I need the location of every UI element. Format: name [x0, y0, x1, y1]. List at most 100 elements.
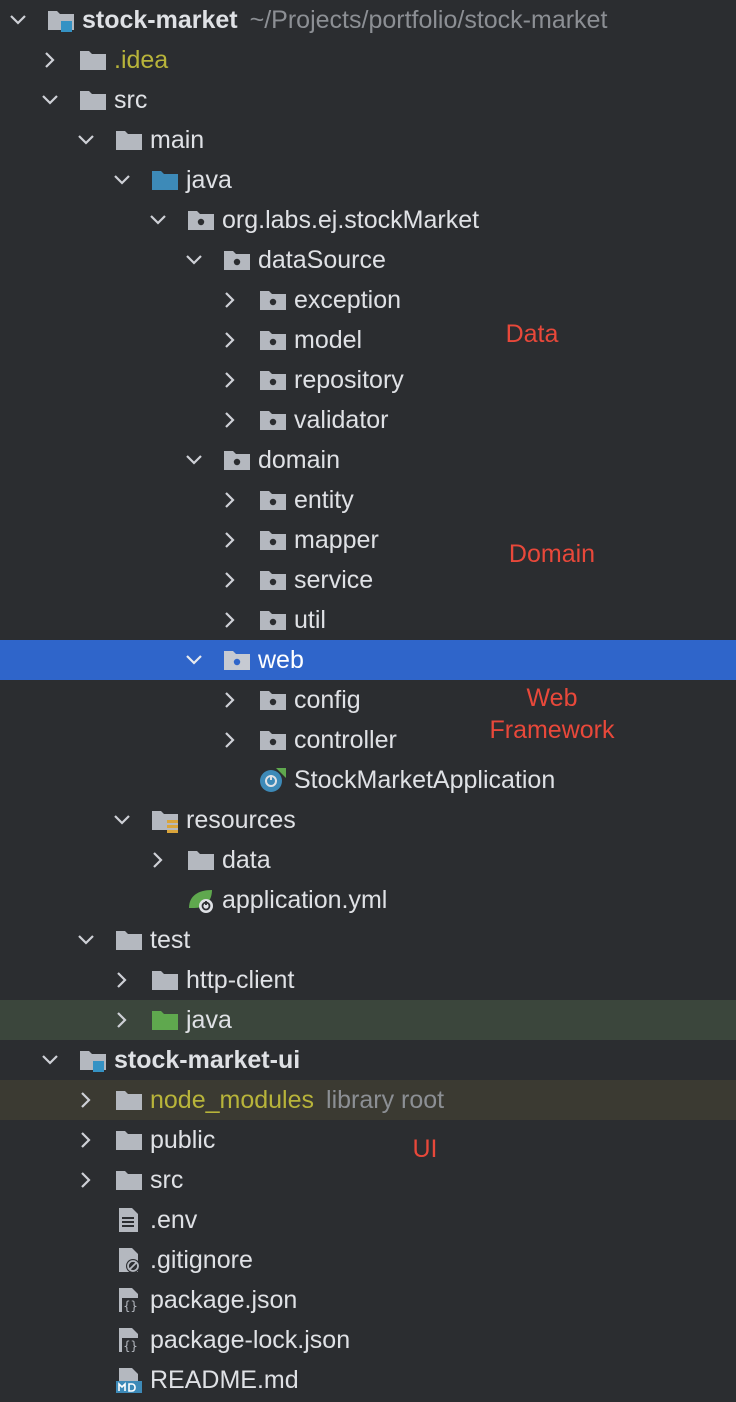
package-icon: [258, 407, 290, 433]
tree-row-label: repository: [294, 365, 404, 394]
chevron-down-icon[interactable]: [76, 929, 96, 951]
tree-row-web[interactable]: web: [0, 640, 736, 680]
tree-row-root-package[interactable]: org.labs.ej.stockMarket: [0, 200, 736, 240]
chevron-down-icon[interactable]: [8, 9, 28, 31]
tree-row-label: java: [186, 165, 232, 194]
tree-row-readme[interactable]: README.md: [0, 1360, 736, 1400]
chevron-right-icon[interactable]: [148, 849, 168, 871]
tree-row-label: resources: [186, 805, 296, 834]
chevron-right-icon[interactable]: [220, 369, 240, 391]
resources-folder-icon: [150, 807, 182, 833]
tree-row-stock-market-ui[interactable]: stock-market-ui: [0, 1040, 736, 1080]
tree-row-label: dataSource: [258, 245, 386, 274]
tree-row-mapper[interactable]: mapper: [0, 520, 736, 560]
chevron-down-icon[interactable]: [40, 1049, 60, 1071]
chevron-right-icon[interactable]: [76, 1129, 96, 1151]
package-icon: [258, 687, 290, 713]
package-icon: [258, 567, 290, 593]
chevron-right-icon[interactable]: [220, 729, 240, 751]
chevron-down-icon[interactable]: [40, 89, 60, 111]
tree-row-path-hint: ~/Projects/portfolio/stock-market: [249, 5, 608, 34]
tree-row-domain[interactable]: domain: [0, 440, 736, 480]
tree-row-idea[interactable]: .idea: [0, 40, 736, 80]
tree-row-gitignore[interactable]: .gitignore: [0, 1240, 736, 1280]
ignore-file-icon: [114, 1247, 146, 1273]
chevron-down-icon[interactable]: [112, 809, 132, 831]
tree-row-entity[interactable]: entity: [0, 480, 736, 520]
tree-row-java-test[interactable]: java: [0, 1000, 736, 1040]
tree-row-http-client[interactable]: http-client: [0, 960, 736, 1000]
tree-row-label: .gitignore: [150, 1245, 253, 1274]
tree-row-package-lock-json[interactable]: {} package-lock.json: [0, 1320, 736, 1360]
annotation-web-line1: Web: [526, 684, 578, 712]
chevron-right-icon[interactable]: [220, 529, 240, 551]
tree-row-label: web: [258, 645, 304, 674]
tree-row-node-modules[interactable]: node_modules library root: [0, 1080, 736, 1120]
package-icon: [186, 207, 218, 233]
tree-row-label: validator: [294, 405, 389, 434]
chevron-right-icon[interactable]: [220, 289, 240, 311]
package-icon: [258, 367, 290, 393]
chevron-down-icon[interactable]: [184, 249, 204, 271]
tree-row-stock-market-application[interactable]: StockMarketApplication: [0, 760, 736, 800]
chevron-right-icon[interactable]: [76, 1169, 96, 1191]
tree-row-ui-src[interactable]: src: [0, 1160, 736, 1200]
tree-row-label: exception: [294, 285, 402, 314]
tree-row-stock-market[interactable]: stock-market ~/Projects/portfolio/stock-…: [0, 0, 736, 40]
tree-row-label: model: [294, 325, 363, 354]
tree-row-java-source[interactable]: java: [0, 160, 736, 200]
package-icon: [258, 327, 290, 353]
tree-row-exception[interactable]: exception: [0, 280, 736, 320]
annotation-web-line2: Framework: [489, 716, 615, 744]
tree-row-test[interactable]: test: [0, 920, 736, 960]
chevron-down-icon[interactable]: [148, 209, 168, 231]
chevron-down-icon[interactable]: [184, 649, 204, 671]
tree-row-validator[interactable]: validator: [0, 400, 736, 440]
annotation-web: Web Framework: [472, 682, 632, 746]
tree-row-public[interactable]: public: [0, 1120, 736, 1160]
tree-row-package-json[interactable]: {} package.json: [0, 1280, 736, 1320]
chevron-right-icon[interactable]: [220, 409, 240, 431]
chevron-down-icon[interactable]: [112, 169, 132, 191]
chevron-down-icon[interactable]: [76, 129, 96, 151]
json-file-icon: {}: [114, 1287, 146, 1313]
package-icon: [258, 727, 290, 753]
tree-row-service[interactable]: service: [0, 560, 736, 600]
tree-row-label: test: [150, 925, 191, 954]
tree-row-label: java: [186, 1005, 232, 1034]
package-icon: [222, 247, 254, 273]
chevron-right-icon[interactable]: [220, 489, 240, 511]
package-icon: [258, 487, 290, 513]
annotation-data: Data: [505, 320, 559, 348]
tree-row-model[interactable]: model: [0, 320, 736, 360]
folder-icon: [114, 1167, 146, 1193]
tree-row-env[interactable]: .env: [0, 1200, 736, 1240]
tree-row-label: public: [150, 1125, 216, 1154]
svg-text:{}: {}: [123, 1299, 137, 1313]
chevron-right-icon[interactable]: [76, 1089, 96, 1111]
tree-row-label: mapper: [294, 525, 379, 554]
tree-row-repository[interactable]: repository: [0, 360, 736, 400]
chevron-right-icon[interactable]: [40, 49, 60, 71]
source-root-folder-icon: [150, 167, 182, 193]
chevron-right-icon[interactable]: [220, 689, 240, 711]
tree-row-label: src: [150, 1165, 184, 1194]
chevron-right-icon[interactable]: [112, 1009, 132, 1031]
tree-row-label: package-lock.json: [150, 1325, 351, 1354]
chevron-right-icon[interactable]: [220, 329, 240, 351]
markdown-file-icon: [114, 1367, 146, 1393]
chevron-down-icon[interactable]: [184, 449, 204, 471]
tree-row-datasource[interactable]: dataSource: [0, 240, 736, 280]
chevron-right-icon[interactable]: [220, 569, 240, 591]
tree-row-application-yml[interactable]: application.yml: [0, 880, 736, 920]
folder-icon: [186, 847, 218, 873]
chevron-right-icon[interactable]: [220, 609, 240, 631]
tree-row-label: main: [150, 125, 205, 154]
chevron-right-icon[interactable]: [112, 969, 132, 991]
folder-icon: [150, 967, 182, 993]
tree-row-util[interactable]: util: [0, 600, 736, 640]
tree-row-src[interactable]: src: [0, 80, 736, 120]
tree-row-resources[interactable]: resources: [0, 800, 736, 840]
tree-row-data[interactable]: data: [0, 840, 736, 880]
tree-row-main[interactable]: main: [0, 120, 736, 160]
